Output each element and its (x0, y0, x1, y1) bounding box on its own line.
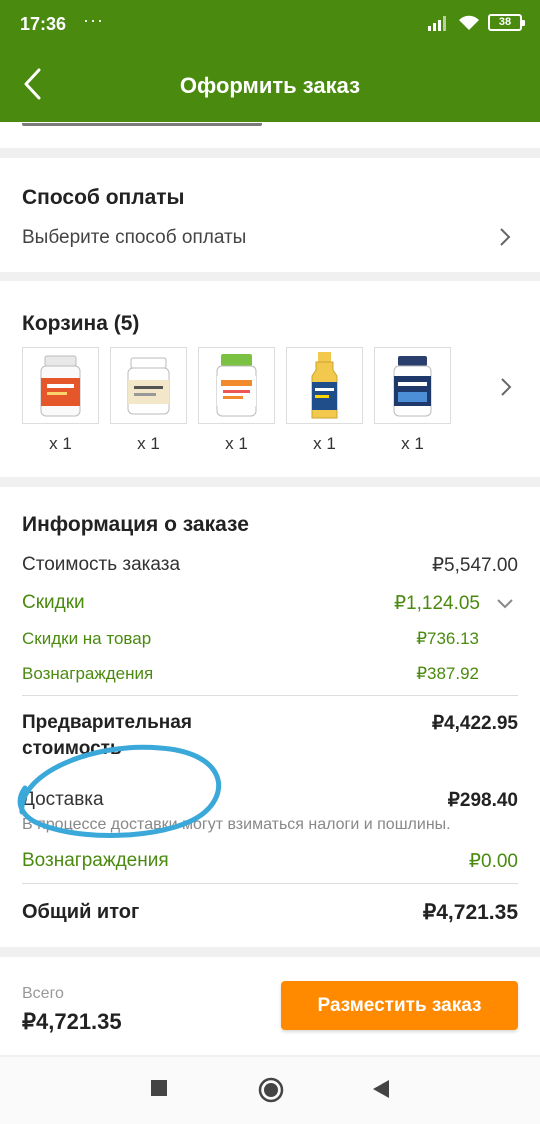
total-value: ₽4,721.35 (22, 1009, 122, 1034)
signal-icon (428, 15, 446, 31)
product-bottle-image (311, 352, 338, 419)
cart-item-qty: x 1 (225, 434, 248, 453)
prelim-cost-label-line1: Предварительная (22, 712, 192, 733)
product-discounts-value: ₽736.13 (416, 629, 479, 648)
rewards-label: Вознаграждения (22, 664, 154, 683)
chevron-down-icon[interactable] (495, 597, 515, 611)
discounts-value[interactable]: ₽1,124.05 (394, 592, 480, 615)
cart-item-thumbnail[interactable] (22, 347, 99, 424)
notification-dots: ··· (83, 10, 104, 30)
payment-method-title: Способ оплаты (22, 186, 185, 209)
home-icon[interactable] (258, 1077, 284, 1103)
order-info-section: Информация о заказе Стоимость заказа ₽5,… (0, 487, 540, 947)
product-bottle-image (127, 357, 170, 415)
chevron-right-icon (500, 228, 511, 246)
cart-title: Корзина (5) (22, 312, 140, 335)
battery-icon: 38 (488, 14, 525, 31)
product-bottle-image (393, 356, 432, 417)
place-order-button[interactable]: Разместить заказ (281, 981, 518, 1030)
order-info-title: Информация о заказе (22, 513, 249, 536)
divider (22, 695, 518, 696)
order-cost-value: ₽5,547.00 (431, 555, 518, 576)
status-time: 17:36 (20, 14, 67, 34)
checkout-bar: Всего ₽4,721.35 Разместить заказ (0, 957, 540, 1055)
back-nav-icon[interactable] (372, 1079, 390, 1099)
grand-total-value: ₽4,721.35 (422, 901, 518, 924)
cart-item-qty: x 1 (313, 434, 336, 453)
page-title: Оформить заказ (179, 73, 361, 98)
total-label: Всего (22, 985, 64, 1002)
app-bar: Оформить заказ (0, 50, 540, 122)
cut-off-text (22, 122, 262, 126)
delivery-label: Доставка (22, 789, 104, 810)
cart-item-thumbnail[interactable] (286, 347, 363, 424)
rewards-total-label: Вознаграждения (22, 850, 169, 871)
cart-item-qty: x 1 (401, 434, 424, 453)
cart-item-thumbnail[interactable] (198, 347, 275, 424)
cart-item-thumbnail[interactable] (374, 347, 451, 424)
payment-method-section[interactable]: Способ оплаты Выберите способ оплаты (0, 158, 540, 272)
cart-section: Корзина (5) x 1 x 1 x 1 x 1 x 1 (0, 281, 540, 477)
chevron-right-icon[interactable] (498, 376, 514, 398)
product-bottle-image (40, 355, 81, 417)
rewards-value: ₽387.92 (416, 664, 479, 683)
divider (22, 883, 518, 884)
prelim-cost-label-line2: стоимость (22, 738, 122, 759)
order-cost-label: Стоимость заказа (22, 554, 181, 575)
address-section-partial (0, 122, 540, 148)
discounts-label[interactable]: Скидки (22, 592, 85, 614)
wifi-icon (459, 15, 479, 30)
cart-item-thumbnail[interactable] (110, 347, 187, 424)
product-bottle-image (216, 354, 257, 417)
system-nav-bar (0, 1057, 540, 1124)
delivery-note: В процессе доставки могут взиматься нало… (22, 816, 451, 833)
prelim-cost-value: ₽4,422.95 (431, 713, 518, 734)
rewards-total-value: ₽0.00 (468, 851, 518, 872)
cart-item-qty: x 1 (137, 434, 160, 453)
delivery-value: ₽298.40 (447, 790, 518, 811)
grand-total-label: Общий итог (22, 901, 140, 923)
cart-item-qty: x 1 (49, 434, 72, 453)
payment-method-value: Выберите способ оплаты (22, 227, 247, 248)
product-discounts-label: Скидки на товар (22, 629, 152, 648)
recent-apps-icon[interactable] (150, 1079, 168, 1097)
status-bar: 17:36 ··· 38 (0, 0, 540, 50)
